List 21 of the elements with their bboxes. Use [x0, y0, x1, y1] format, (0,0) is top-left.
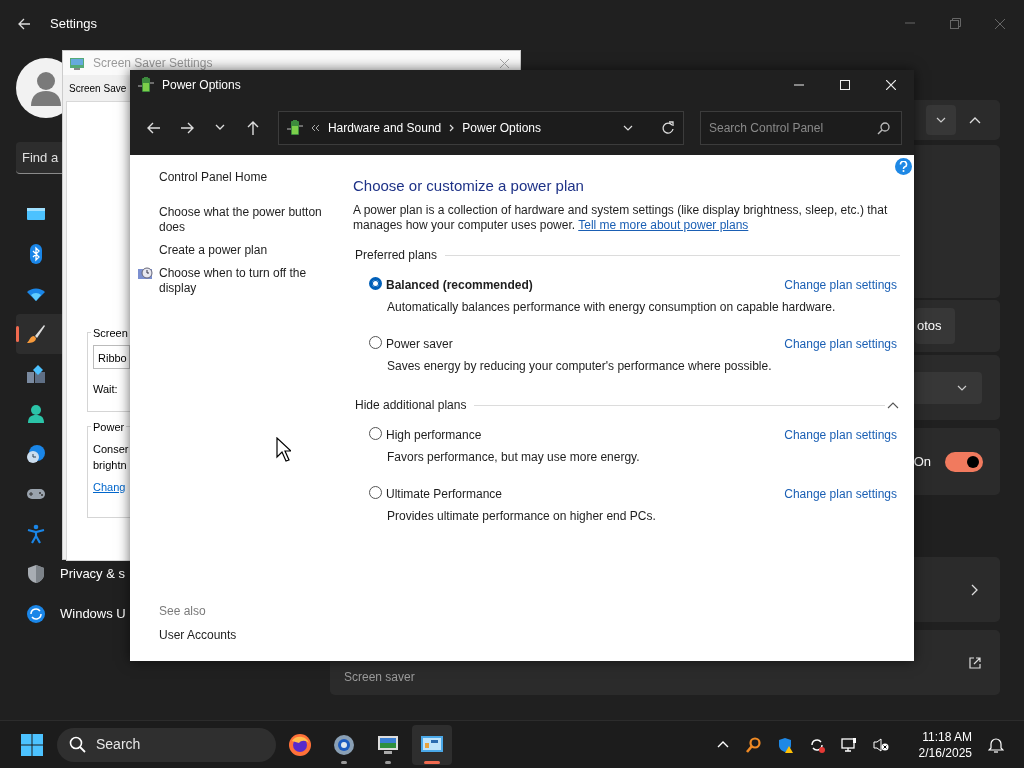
- window-title: Settings: [50, 15, 97, 34]
- group-heading: Hide additional plans: [355, 397, 467, 414]
- plan-description: Favors performance, but may use more energy.: [387, 449, 641, 466]
- search-label: Search: [96, 735, 141, 754]
- window-title: Power Options: [162, 77, 241, 94]
- plan-description: Provides ultimate performance on higher end PCs.: [387, 508, 657, 525]
- description: A power plan is a collection of hardware and system settings (like display brightness, sleep, etc.) that manages how your computer uses power. Tell me more about power plans: [353, 203, 888, 233]
- plan-name: Balanced (recommended): [386, 277, 533, 294]
- group-heading: Preferred plans: [355, 247, 438, 264]
- plan-name: Ultimate Performance: [386, 486, 503, 503]
- plan-name: Power saver: [386, 336, 453, 353]
- setting-label: Screen saver: [344, 669, 415, 686]
- wait-label: Wait:: [93, 381, 118, 397]
- window-title: Screen Saver Settings: [93, 55, 213, 72]
- plan-description: Automatically balances performance with energy consumption on capable hardware.: [387, 299, 837, 316]
- plan-description: Saves energy by reducing your computer's performance where possible.: [387, 358, 773, 375]
- power-text: Conser brightn: [93, 441, 129, 473]
- plan-name: High performance: [386, 427, 482, 444]
- toggle-label: On: [913, 452, 931, 471]
- page-heading: Choose or customize a power plan: [353, 177, 585, 195]
- section-label: See also: [159, 603, 207, 620]
